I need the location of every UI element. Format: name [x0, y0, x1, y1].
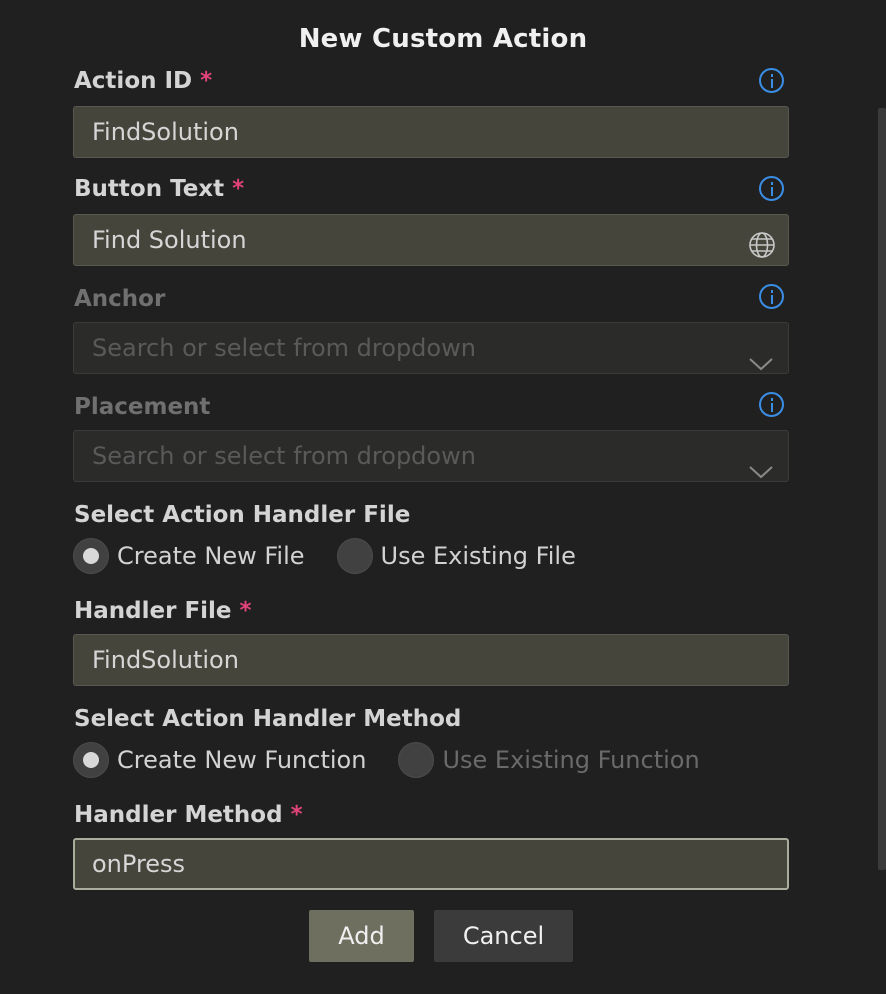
info-icon[interactable]	[759, 392, 784, 417]
action-id-field[interactable]: FindSolution	[73, 106, 789, 158]
radio-create-new-file-label[interactable]: Create New File	[117, 542, 305, 570]
handler-file-radio-group: Create New File Use Existing File	[73, 538, 576, 574]
handler-file-label: Handler File *	[74, 598, 252, 624]
cancel-button[interactable]: Cancel	[434, 910, 573, 962]
chevron-down-icon[interactable]	[748, 339, 774, 373]
placement-dropdown[interactable]: Search or select from dropdown	[73, 430, 789, 482]
handler-method-label: Handler Method *	[74, 802, 303, 828]
scrollbar[interactable]	[878, 108, 886, 870]
globe-icon[interactable]	[748, 226, 776, 265]
handler-file-field[interactable]: FindSolution	[73, 634, 789, 686]
button-text-label-text: Button Text	[74, 176, 225, 202]
add-button[interactable]: Add	[309, 910, 414, 962]
handler-method-field[interactable]: onPress	[73, 838, 789, 890]
required-marker: *	[239, 598, 252, 624]
action-id-label-text: Action ID	[74, 68, 193, 94]
handler-method-value: onPress	[92, 850, 186, 878]
radio-use-existing-function-label[interactable]: Use Existing Function	[442, 746, 699, 774]
action-id-value: FindSolution	[92, 118, 239, 146]
button-text-label: Button Text *	[74, 176, 244, 202]
handler-file-selection-label: Select Action Handler File	[74, 502, 411, 528]
button-text-field[interactable]: Find Solution	[73, 214, 789, 266]
handler-method-radio-group: Create New Function Use Existing Functio…	[73, 742, 700, 778]
handler-file-value: FindSolution	[92, 646, 239, 674]
required-marker: *	[290, 802, 303, 828]
radio-create-new-function[interactable]	[73, 742, 109, 778]
radio-use-existing-file[interactable]	[336, 538, 373, 574]
radio-create-new-file[interactable]	[73, 538, 109, 574]
radio-create-new-function-label[interactable]: Create New Function	[117, 746, 366, 774]
chevron-down-icon[interactable]	[748, 447, 774, 481]
required-marker: *	[232, 176, 245, 202]
info-icon[interactable]	[759, 176, 784, 201]
placement-label: Placement	[74, 394, 211, 420]
button-text-value: Find Solution	[92, 226, 247, 254]
info-icon[interactable]	[759, 284, 784, 309]
radio-use-existing-file-label[interactable]: Use Existing File	[381, 542, 576, 570]
radio-use-existing-function[interactable]	[398, 742, 435, 778]
info-icon[interactable]	[759, 68, 784, 93]
dialog-title: New Custom Action	[298, 24, 588, 54]
handler-method-label-text: Handler Method	[74, 802, 283, 828]
handler-method-selection-label: Select Action Handler Method	[74, 706, 462, 732]
anchor-dropdown[interactable]: Search or select from dropdown	[73, 322, 789, 374]
anchor-placeholder: Search or select from dropdown	[92, 334, 476, 362]
required-marker: *	[200, 68, 213, 94]
action-id-label: Action ID *	[74, 68, 212, 94]
handler-file-label-text: Handler File	[74, 598, 232, 624]
placement-placeholder: Search or select from dropdown	[92, 442, 476, 470]
anchor-label: Anchor	[74, 286, 166, 312]
